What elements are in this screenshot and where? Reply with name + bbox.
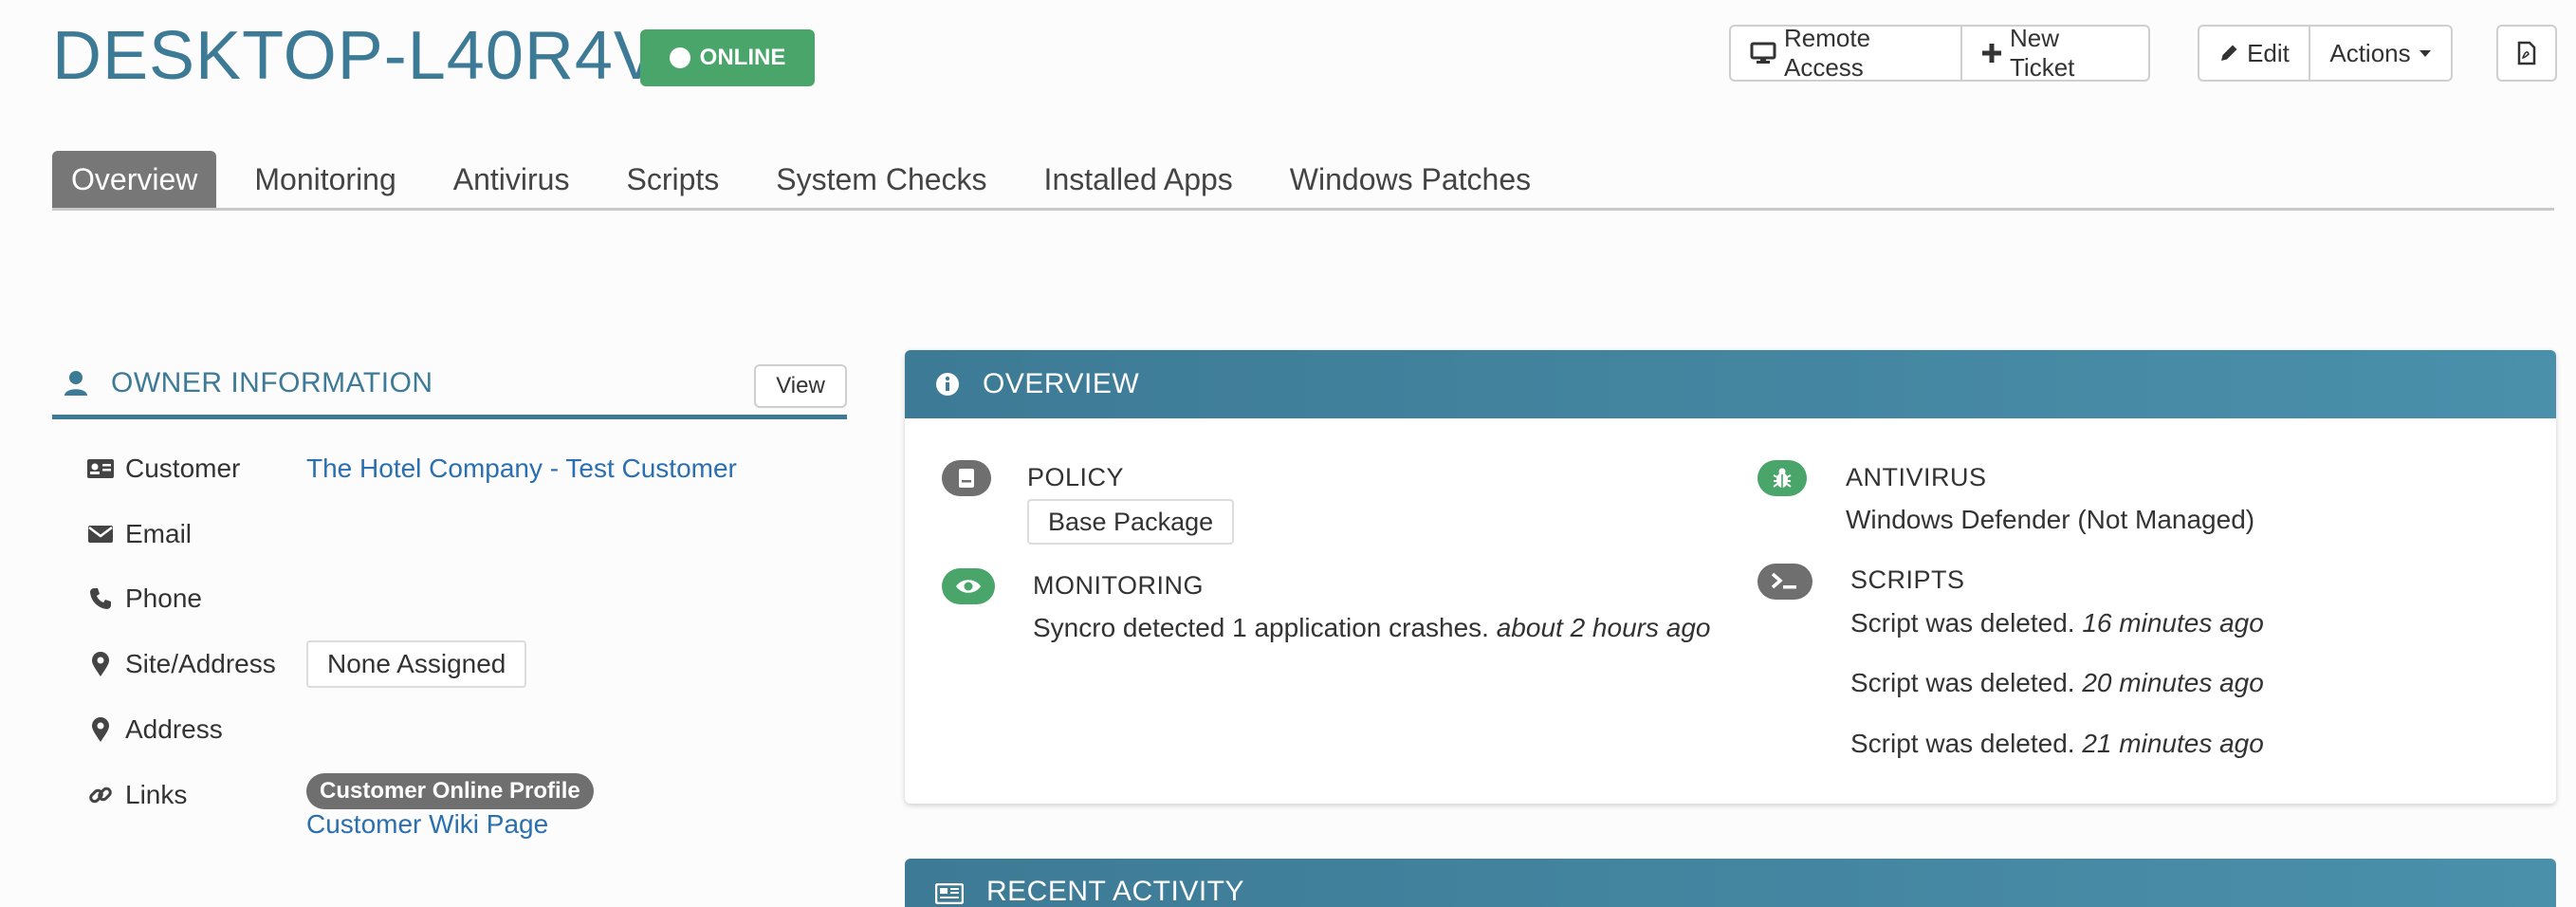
script-entry-text: Script was deleted. xyxy=(1850,608,2075,638)
tab-bar: Overview Monitoring Antivirus Scripts Sy… xyxy=(52,151,2554,211)
address-field: Address xyxy=(85,714,223,745)
recent-activity-title: RECENT ACTIVITY xyxy=(986,876,1244,907)
antivirus-value: Windows Defender (Not Managed) xyxy=(1846,505,2255,534)
script-entry-text: Script was deleted. xyxy=(1850,729,2075,758)
edit-label: Edit xyxy=(2247,38,2290,67)
tab-antivirus[interactable]: Antivirus xyxy=(434,151,589,208)
edit-button[interactable]: Edit xyxy=(2198,25,2310,82)
remote-ticket-group: Remote Access New Ticket xyxy=(1729,24,2150,82)
links-field: Links xyxy=(85,780,187,810)
monitoring-label: MONITORING xyxy=(1033,571,1204,600)
plus-icon xyxy=(1981,43,2002,64)
script-entry-time: 16 minutes ago xyxy=(2082,608,2264,638)
phone-label: Phone xyxy=(125,583,202,613)
script-entry: Script was deleted. 20 minutes ago xyxy=(1850,668,2264,698)
edit-actions-group: Edit Actions xyxy=(2198,25,2453,82)
tab-monitoring[interactable]: Monitoring xyxy=(235,151,414,208)
scripts-label: SCRIPTS xyxy=(1850,565,1965,594)
policy-value: Base Package xyxy=(1027,499,1235,545)
script-entry-text: Script was deleted. xyxy=(1850,668,2075,697)
tab-windows-patches[interactable]: Windows Patches xyxy=(1271,151,1550,208)
status-badge: ONLINE xyxy=(640,29,815,86)
customer-label: Customer xyxy=(125,454,241,483)
site-address-label: Site/Address xyxy=(125,649,276,678)
pdf-button[interactable] xyxy=(2496,25,2557,82)
recent-activity-header: RECENT ACTIVITY xyxy=(905,859,2556,907)
new-ticket-button[interactable]: New Ticket xyxy=(1962,24,2150,82)
phone-icon xyxy=(85,586,116,611)
customer-field: Customer xyxy=(85,454,240,484)
map-marker-icon xyxy=(85,716,116,743)
link-icon xyxy=(85,783,116,807)
monitoring-text: Syncro detected 1 application crashes. xyxy=(1033,613,1489,642)
map-marker-icon xyxy=(85,651,116,677)
page-title: DESKTOP-L40R4VJ xyxy=(52,18,695,94)
site-address-field: Site/Address xyxy=(85,649,276,679)
site-address-value: None Assigned xyxy=(306,640,527,688)
script-entry: Script was deleted. 16 minutes ago xyxy=(1850,608,2264,639)
pencil-icon xyxy=(2218,43,2239,64)
script-entry-time: 21 minutes ago xyxy=(2082,729,2264,758)
overview-card-header: OVERVIEW xyxy=(905,350,2556,418)
email-label: Email xyxy=(125,519,193,548)
monitoring-time: about 2 hours ago xyxy=(1496,613,1711,642)
newspaper-icon xyxy=(935,883,964,904)
info-circle-icon xyxy=(935,372,960,397)
policy-icon xyxy=(942,460,991,496)
script-entry: Script was deleted. 21 minutes ago xyxy=(1850,729,2264,759)
remote-access-label: Remote Access xyxy=(1784,24,1871,82)
caret-down-icon xyxy=(2419,48,2432,58)
remote-access-button[interactable]: Remote Access xyxy=(1729,24,1962,82)
tab-installed-apps[interactable]: Installed Apps xyxy=(1025,151,1252,208)
envelope-icon xyxy=(85,524,116,545)
bug-icon xyxy=(1757,460,1807,496)
monitoring-alert: Syncro detected 1 application crashes. a… xyxy=(1033,613,1710,643)
phone-field: Phone xyxy=(85,583,202,614)
tab-scripts[interactable]: Scripts xyxy=(607,151,738,208)
status-dot-icon xyxy=(669,47,690,68)
links-label: Links xyxy=(125,780,188,809)
script-entry-time: 20 minutes ago xyxy=(2082,668,2264,697)
file-pdf-icon xyxy=(2517,41,2536,65)
owner-information-header: OWNER INFORMATION View xyxy=(52,351,847,419)
eye-icon xyxy=(942,568,995,604)
new-ticket-label: New Ticket xyxy=(2010,24,2075,82)
email-field: Email xyxy=(85,519,192,549)
overview-title: OVERVIEW xyxy=(983,368,1140,399)
terminal-icon xyxy=(1757,564,1812,600)
tab-overview[interactable]: Overview xyxy=(52,151,217,208)
address-label: Address xyxy=(125,714,223,744)
actions-label: Actions xyxy=(2329,38,2411,67)
customer-online-profile-link[interactable]: Customer Online Profile xyxy=(306,773,594,809)
status-text: ONLINE xyxy=(699,45,786,70)
actions-dropdown[interactable]: Actions xyxy=(2310,25,2453,82)
owner-view-button[interactable]: View xyxy=(754,364,847,408)
customer-link[interactable]: The Hotel Company - Test Customer xyxy=(306,454,737,484)
customer-wiki-link[interactable]: Customer Wiki Page xyxy=(306,809,548,840)
device-page: DESKTOP-L40R4VJ ONLINE Remote Access New… xyxy=(0,0,2576,907)
tab-system-checks[interactable]: System Checks xyxy=(757,151,1005,208)
pdf-group xyxy=(2496,25,2557,82)
user-icon xyxy=(64,370,88,397)
antivirus-label: ANTIVIRUS xyxy=(1846,463,1987,491)
id-card-icon xyxy=(85,458,116,479)
owner-information-title: OWNER INFORMATION xyxy=(111,366,433,398)
monitor-icon xyxy=(1750,42,1776,65)
policy-label: POLICY xyxy=(1027,463,1125,491)
